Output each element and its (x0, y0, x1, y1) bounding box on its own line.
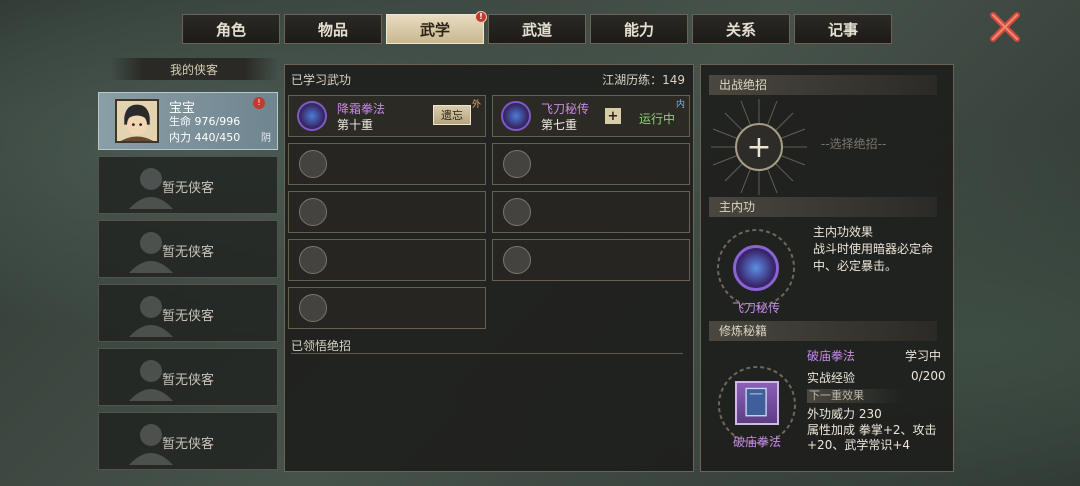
inner-effect-title: 主内功效果 (813, 225, 874, 239)
empty-skill-slot[interactable] (288, 143, 486, 185)
inner-skill-icon[interactable] (733, 245, 779, 291)
combat-exp-value: 0/200 (911, 369, 946, 383)
empty-slot-icon (503, 246, 531, 274)
empty-hero-label: 暂无侠客 (161, 309, 214, 324)
hero-slot-empty[interactable]: 暂无侠客 (98, 156, 278, 214)
forget-button[interactable]: 遗忘 (433, 105, 471, 125)
divider (291, 353, 683, 354)
empty-skill-slot[interactable] (288, 239, 486, 281)
skill-card[interactable]: 飞刀秘传 第七重 + 运行中 内 (492, 95, 690, 137)
book-icon[interactable] (735, 381, 779, 425)
select-ultimate-hint: --选择绝招-- (821, 137, 887, 151)
skill-icon (297, 101, 327, 131)
tab-martial-way[interactable]: 武道 (488, 14, 586, 44)
empty-slot-icon (503, 150, 531, 178)
combat-exp-label: 实战经验 (807, 371, 856, 385)
hero-alert-badge: ! (253, 97, 265, 109)
training-status: 学习中 (905, 349, 942, 363)
training-book-header: 修炼秘籍 (709, 321, 937, 341)
hero-hp: 生命 976/996 (169, 115, 241, 128)
empty-hero-label: 暂无侠客 (161, 245, 214, 260)
empty-skill-slot[interactable] (492, 143, 690, 185)
hero-slot-empty[interactable]: 暂无侠客 (98, 348, 278, 406)
experience-counter: 江湖历练：149 (602, 73, 685, 87)
empty-slot-icon (299, 198, 327, 226)
empty-skill-slot[interactable] (288, 191, 486, 233)
empty-slot-icon (299, 294, 327, 322)
hero-slot-empty[interactable]: 暂无侠客 (98, 220, 278, 278)
add-ultimate-button[interactable]: + (735, 123, 783, 171)
detail-panel: 出战绝招 + --选择绝招-- 主内功 飞刀秘传 主内功效果 战斗时使用暗器必定… (700, 64, 954, 472)
tab-alert-badge: ! (475, 11, 487, 23)
training-book-title: 破庙拳法 (807, 349, 856, 363)
hero-slot-empty[interactable]: 暂无侠客 (98, 412, 278, 470)
hero-slot-selected[interactable]: 宝宝 生命 976/996 内力 440/450 阴 ! (98, 92, 278, 150)
skill-level: 第十重 (337, 118, 374, 132)
tab-character[interactable]: 角色 (182, 14, 280, 44)
external-badge: 外 (471, 100, 481, 110)
tab-relations[interactable]: 关系 (692, 14, 790, 44)
empty-skill-slot[interactable] (492, 239, 690, 281)
tab-abilities[interactable]: 能力 (590, 14, 688, 44)
book-name: 破庙拳法 (732, 435, 781, 449)
empty-slot-icon (503, 198, 531, 226)
ultimate-header: 已领悟绝招 (291, 339, 352, 353)
empty-hero-label: 暂无侠客 (161, 437, 214, 452)
skill-name: 降霜拳法 (337, 102, 386, 116)
empty-slot-icon (299, 246, 327, 274)
empty-hero-label: 暂无侠客 (161, 181, 214, 196)
empty-skill-slot[interactable] (288, 287, 486, 329)
internal-badge: 内 (675, 100, 685, 110)
avatar (115, 99, 159, 143)
running-status: 运行中 (639, 112, 676, 126)
upgrade-plus-button[interactable]: + (605, 108, 621, 124)
skill-level: 第七重 (541, 118, 578, 132)
inner-skill-name: 飞刀秘传 (731, 301, 780, 315)
learned-skills-header: 已学习武功 (291, 73, 352, 87)
skill-icon (501, 101, 531, 131)
learned-skills-panel: 已学习武功 江湖历练：149 降霜拳法 第十重 遗忘 外 飞刀秘传 第七重 + … (284, 64, 694, 472)
empty-hero-label: 暂无侠客 (161, 373, 214, 388)
next-level-header: 下一重效果 (807, 389, 903, 403)
hero-mp: 内力 440/450 (169, 131, 241, 144)
close-icon[interactable] (988, 10, 1022, 44)
hero-yin-label: 阴 (261, 133, 271, 144)
tab-martial-arts[interactable]: 武学 ! (386, 11, 487, 44)
inner-effect-description: 战斗时使用暗器必定命中、必定暴击。 (813, 242, 934, 273)
empty-slot-icon (299, 150, 327, 178)
skill-card[interactable]: 降霜拳法 第十重 遗忘 外 (288, 95, 486, 137)
tab-bar: 角色 物品 武学 ! 武道 能力 关系 记事 (182, 11, 892, 46)
next-power: 外功威力 230 (807, 407, 882, 421)
battle-ultimate-header: 出战绝招 (709, 75, 937, 95)
empty-skill-slot[interactable] (492, 191, 690, 233)
tab-items[interactable]: 物品 (284, 14, 382, 44)
main-inner-header: 主内功 (709, 197, 937, 217)
next-attributes: 属性加成 拳掌+2、攻击+20、武学常识+4 (807, 423, 937, 452)
hero-slot-empty[interactable]: 暂无侠客 (98, 284, 278, 342)
skill-name: 飞刀秘传 (541, 102, 590, 116)
my-heroes-header: 我的侠客 (110, 58, 278, 80)
tab-journal[interactable]: 记事 (794, 14, 892, 44)
